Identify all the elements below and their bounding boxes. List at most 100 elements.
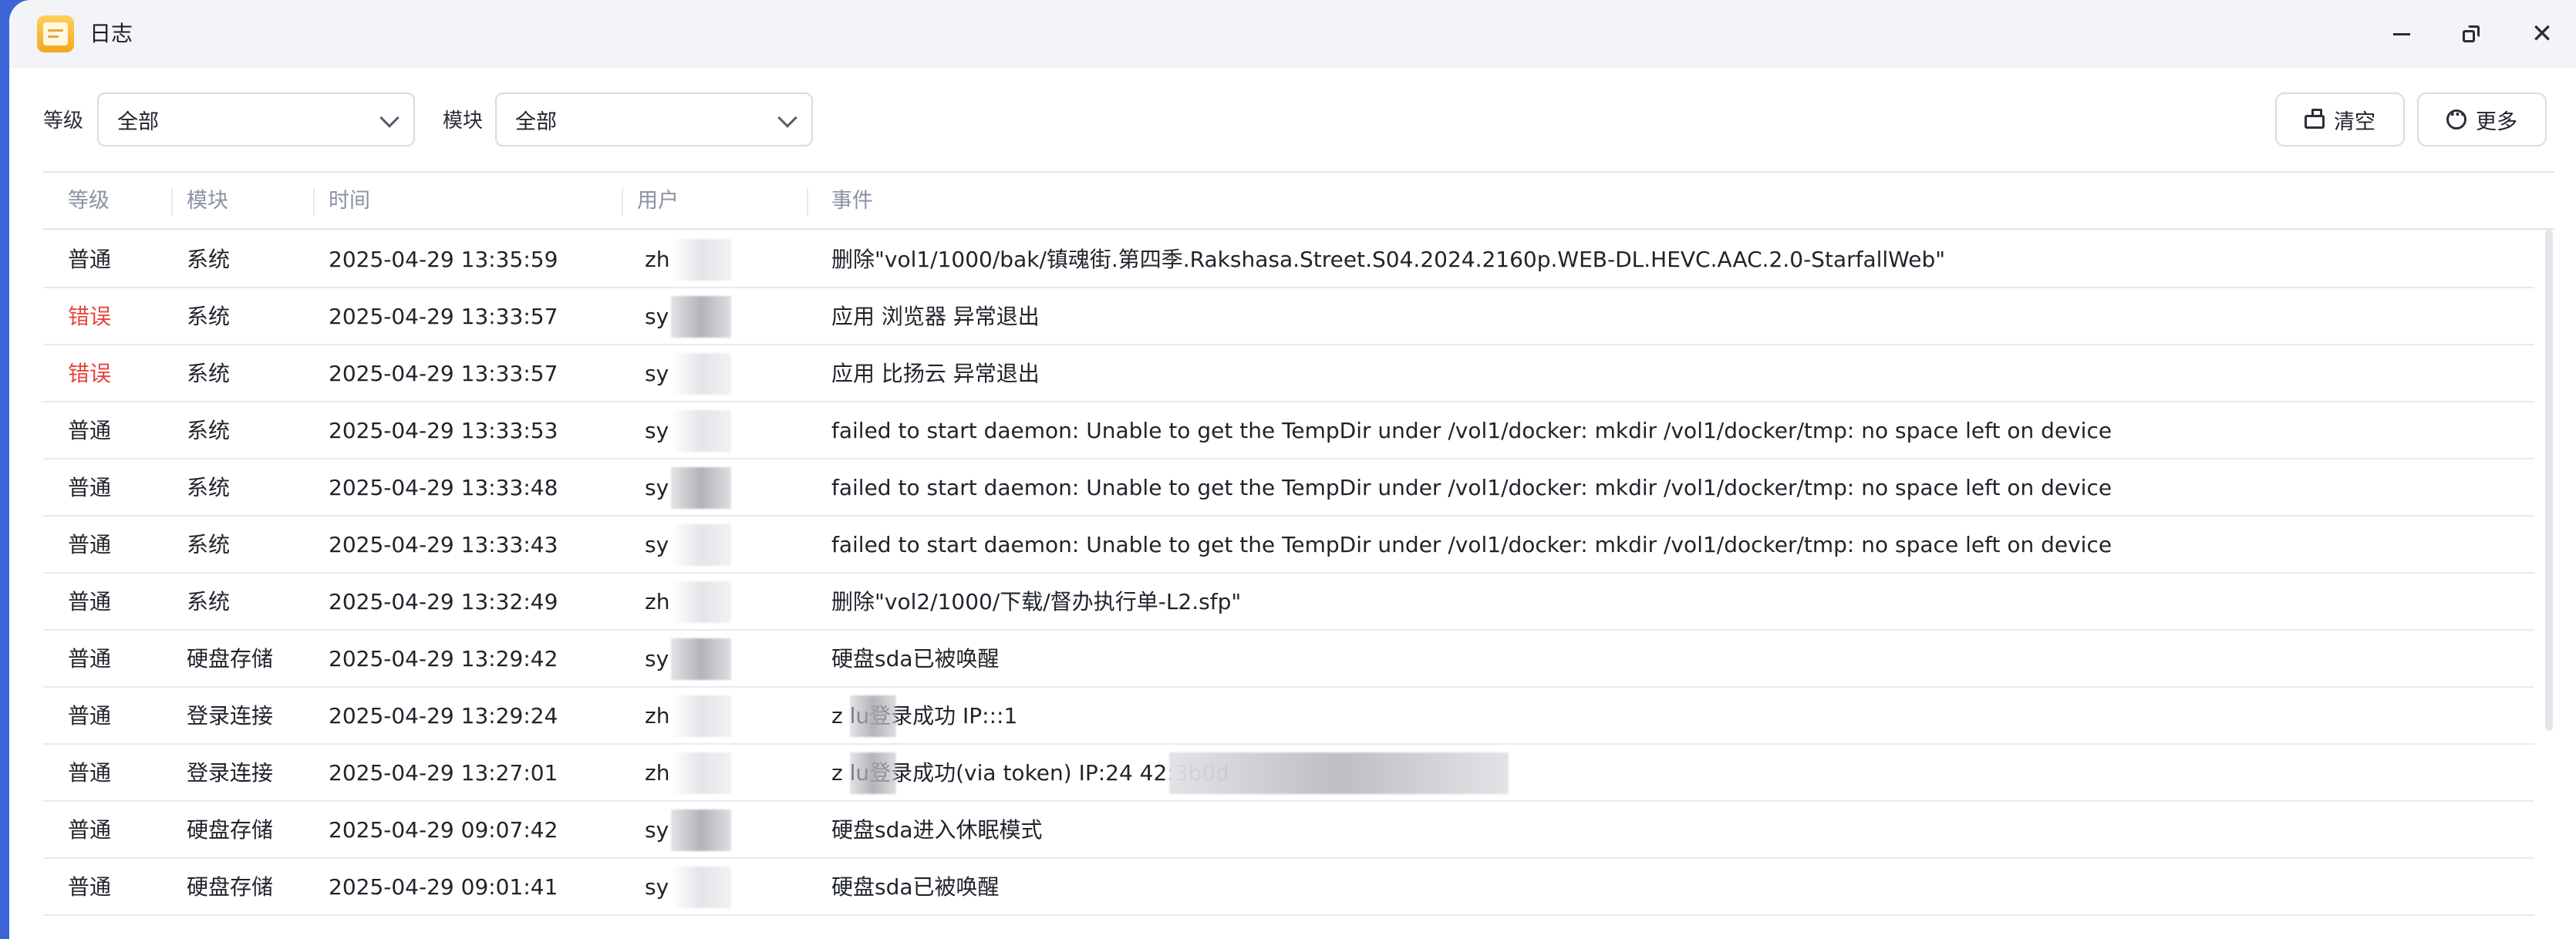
user-cell: sy — [645, 418, 669, 443]
clear-button-label: 清空 — [2334, 109, 2375, 134]
event-cell: 硬盘sda已被唤醒 — [831, 646, 1000, 671]
table-row[interactable]: 普通 系统 2025-04-29 13:32:49 zh 删除"vol2/1000/下载… — [43, 574, 2534, 631]
user-cell: zh — [645, 703, 670, 729]
chevron-down-icon — [379, 108, 400, 128]
header-time[interactable]: 时间 — [329, 188, 370, 214]
level-cell: 普通 — [68, 589, 112, 614]
user-cell: zh — [645, 589, 670, 614]
level-cell: 普通 — [68, 817, 112, 843]
user-cell: sy — [645, 304, 669, 329]
level-cell: 普通 — [68, 760, 112, 786]
event-cell: failed to start daemon: Unable to get th… — [831, 475, 2112, 500]
user-cell: sy — [645, 817, 669, 843]
module-cell: 硬盘存储 — [187, 817, 274, 843]
column-divider[interactable] — [622, 188, 623, 216]
level-cell: 普通 — [68, 475, 112, 500]
header-user[interactable]: 用户 — [637, 188, 679, 214]
restore-icon — [2463, 25, 2480, 42]
close-icon: ✕ — [2530, 19, 2554, 49]
module-cell: 系统 — [187, 247, 231, 272]
time-cell: 2025-04-29 13:29:42 — [329, 646, 558, 671]
level-cell: 错误 — [68, 304, 112, 329]
redaction-blur — [850, 695, 896, 737]
redaction-blur — [671, 638, 731, 680]
level-cell: 普通 — [68, 646, 112, 671]
redaction-blur — [671, 467, 731, 509]
log-app-icon — [37, 15, 74, 52]
redaction-blur — [671, 867, 731, 908]
time-cell: 2025-04-29 13:33:57 — [329, 361, 558, 386]
table-row[interactable]: 错误 系统 2025-04-29 13:33:57 sy 应用 浏览器 异常退出 — [43, 288, 2534, 345]
table-scrollbar[interactable] — [2545, 230, 2553, 731]
clear-button[interactable]: 清空 — [2275, 93, 2405, 146]
level-filter-label: 等级 — [43, 109, 84, 133]
table-row[interactable]: 普通 登录连接 2025-04-29 13:29:24 zh z lu登录成功 IP::… — [43, 688, 2534, 745]
column-divider[interactable] — [313, 188, 315, 216]
event-cell: 硬盘sda已被唤醒 — [831, 874, 1000, 900]
header-event[interactable]: 事件 — [831, 188, 873, 214]
table-row[interactable]: 普通 系统 2025-04-29 13:35:59 zh 删除"vol1/1000/ba… — [43, 231, 2534, 288]
redaction-blur — [671, 410, 731, 452]
table-row[interactable]: 错误 系统 2025-04-29 13:33:57 sy 应用 比扬云 异常退出 — [43, 345, 2534, 402]
table-row[interactable]: 普通 硬盘存储 2025-04-29 09:07:42 sy 硬盘sda进入休眠模式 — [43, 802, 2534, 859]
column-divider[interactable] — [171, 188, 173, 216]
more-button[interactable]: 更多 — [2417, 93, 2547, 146]
time-cell: 2025-04-29 13:27:01 — [329, 760, 558, 786]
level-cell: 普通 — [68, 418, 112, 443]
module-select[interactable]: 全部 — [495, 93, 813, 146]
module-cell: 系统 — [187, 361, 231, 386]
table-row[interactable]: 普通 硬盘存储 2025-04-29 13:29:42 sy 硬盘sda已被唤醒 — [43, 631, 2534, 688]
user-cell: sy — [645, 532, 669, 557]
minimize-button[interactable] — [2385, 17, 2419, 51]
module-cell: 硬盘存储 — [187, 874, 274, 900]
clear-icon — [2305, 109, 2325, 129]
redaction-blur — [671, 353, 731, 395]
module-cell: 系统 — [187, 475, 231, 500]
level-cell: 普通 — [68, 247, 112, 272]
level-cell: 错误 — [68, 361, 112, 386]
column-divider[interactable] — [807, 188, 808, 216]
redaction-blur — [671, 695, 731, 737]
time-cell: 2025-04-29 13:32:49 — [329, 589, 558, 614]
table-row[interactable]: 普通 登录连接 2025-04-29 13:27:01 zh z lu登录成功(via … — [43, 745, 2534, 802]
event-cell: 应用 浏览器 异常退出 — [831, 304, 1040, 329]
table-row[interactable]: 普通 系统 2025-04-29 13:33:43 sy failed to start… — [43, 517, 2534, 574]
level-select[interactable]: 全部 — [97, 93, 415, 146]
user-cell: sy — [645, 874, 669, 900]
more-button-label: 更多 — [2476, 109, 2517, 134]
header-level[interactable]: 等级 — [68, 188, 110, 214]
redaction-blur — [671, 752, 731, 794]
time-cell: 2025-04-29 13:33:53 — [329, 418, 558, 443]
module-cell: 硬盘存储 — [187, 646, 274, 671]
level-select-value: 全部 — [117, 109, 159, 134]
module-cell: 系统 — [187, 589, 231, 614]
level-cell: 普通 — [68, 874, 112, 900]
user-cell: sy — [645, 361, 669, 386]
time-cell: 2025-04-29 13:35:59 — [329, 247, 558, 272]
redaction-blur — [850, 752, 896, 794]
redaction-blur — [671, 296, 731, 338]
level-cell: 普通 — [68, 532, 112, 557]
table-row[interactable]: 普通 硬盘存储 2025-04-29 09:01:41 sy 硬盘sda已被唤醒 — [43, 859, 2534, 916]
header-module[interactable]: 模块 — [187, 188, 228, 214]
time-cell: 2025-04-29 09:01:41 — [329, 874, 558, 900]
user-cell: sy — [645, 475, 669, 500]
close-button[interactable]: ✕ — [2525, 17, 2559, 51]
event-cell: 删除"vol1/1000/bak/镇魂街.第四季.Rakshasa.Street… — [831, 247, 1946, 272]
table-row[interactable]: 普通 系统 2025-04-29 13:33:48 sy failed to start… — [43, 459, 2534, 517]
redaction-blur — [1169, 752, 1509, 794]
module-filter-label: 模块 — [443, 109, 484, 133]
time-cell: 2025-04-29 13:33:48 — [329, 475, 558, 500]
redaction-blur — [671, 239, 731, 281]
event-cell: 硬盘sda进入休眠模式 — [831, 817, 1043, 843]
maximize-button[interactable] — [2454, 17, 2488, 51]
module-select-value: 全部 — [515, 109, 557, 134]
user-cell: sy — [645, 646, 669, 671]
log-window: 日志 ✕ 等级 全部 模块 全部 清空 更多 等级 — [9, 0, 2576, 939]
title-bar: 日志 ✕ — [9, 0, 2576, 68]
module-cell: 系统 — [187, 532, 231, 557]
redaction-blur — [671, 581, 731, 623]
redaction-blur — [671, 524, 731, 566]
table-row[interactable]: 普通 系统 2025-04-29 13:33:53 sy failed to start… — [43, 402, 2534, 459]
event-cell: failed to start daemon: Unable to get th… — [831, 532, 2112, 557]
